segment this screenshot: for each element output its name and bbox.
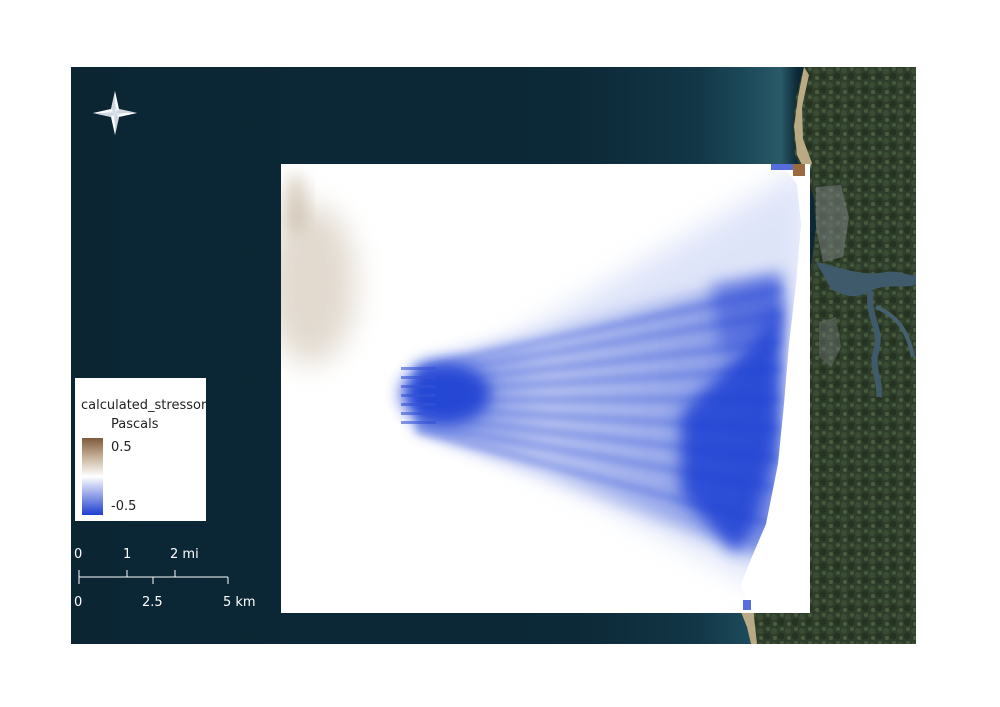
legend-units: Pascals	[111, 417, 159, 432]
scale-label-mi-0: 0	[74, 547, 83, 562]
legend: calculated_stressor Pascals 0.5 -0.5	[75, 378, 206, 521]
scale-label-km-2_5: 2.5	[142, 595, 163, 610]
compass-rose-icon	[93, 91, 137, 135]
legend-title: calculated_stressor	[81, 398, 207, 413]
stressor-raster-layer	[281, 164, 810, 613]
scale-bar: 0 1 2 mi 0 2.5 5 km	[71, 537, 271, 617]
scale-label-mi-1: 1	[123, 547, 132, 562]
scale-label-mi-2: 2 mi	[170, 547, 199, 562]
scale-label-km-0: 0	[74, 595, 83, 610]
scale-label-km-5: 5 km	[223, 595, 256, 610]
legend-min-label: -0.5	[111, 499, 137, 514]
legend-color-ramp	[82, 438, 103, 515]
scale-bar-lines	[78, 570, 229, 584]
map-frame[interactable]: calculated_stressor Pascals 0.5 -0.5 0 1…	[71, 67, 916, 644]
legend-max-label: 0.5	[111, 440, 132, 455]
